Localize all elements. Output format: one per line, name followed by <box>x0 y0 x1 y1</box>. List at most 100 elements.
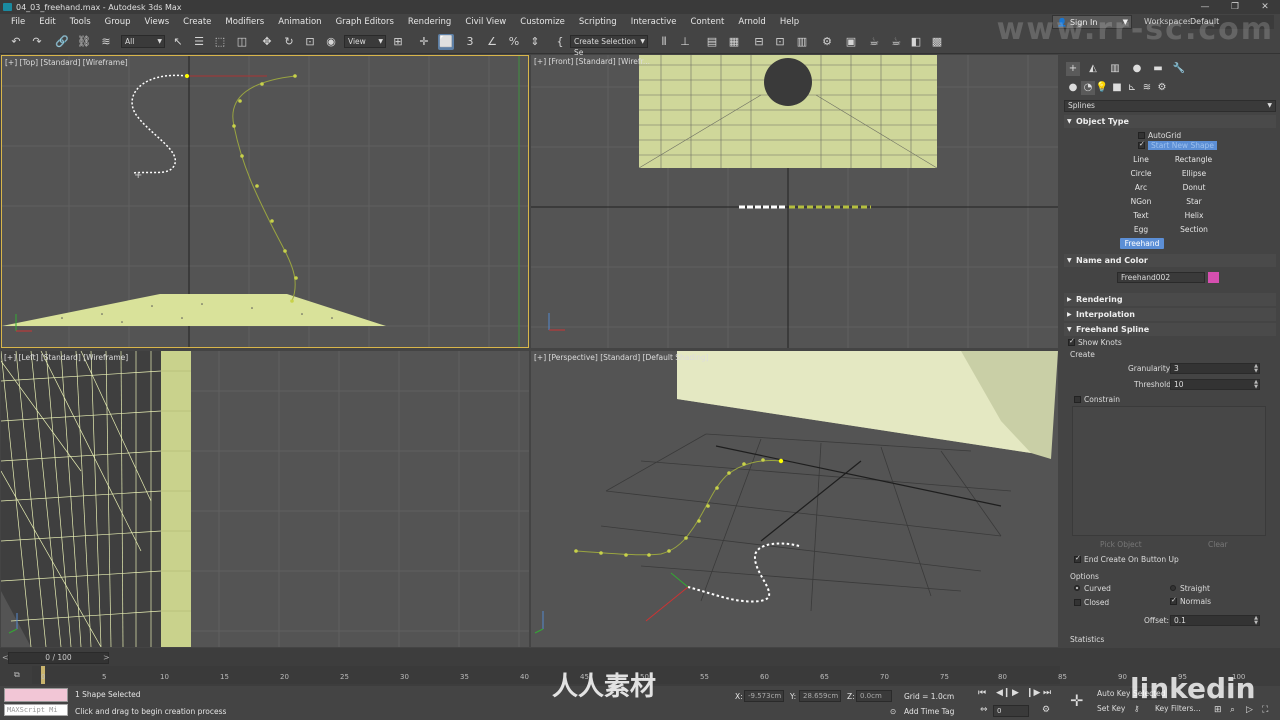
material-editor-icon[interactable]: ▥ <box>794 34 810 50</box>
menu-views[interactable]: Views <box>138 17 177 27</box>
offset-spinner[interactable]: 0.1 ▲ ▼ <box>1170 615 1260 626</box>
constrain-checkbox[interactable]: Constrain <box>1074 395 1120 404</box>
previous-frame-icon[interactable]: ◀❙ <box>996 688 1010 698</box>
viewport-label-top[interactable]: [+] [Top] [Standard] [Wireframe] <box>5 58 128 67</box>
selection-filter-dropdown[interactable]: All ▼ <box>121 35 165 48</box>
edit-named-selection-icon[interactable]: { <box>552 34 568 50</box>
shape-category-dropdown[interactable]: Splines ▼ <box>1064 100 1276 112</box>
hierarchy-tab-icon[interactable]: ▥ <box>1108 62 1122 76</box>
menu-modifiers[interactable]: Modifiers <box>218 17 271 27</box>
freehand-button[interactable]: Freehand <box>1120 238 1164 249</box>
spacewarps-icon[interactable]: ≋ <box>1140 81 1154 95</box>
menu-file[interactable]: File <box>4 17 32 27</box>
geometry-icon[interactable]: ● <box>1066 81 1080 95</box>
render-setup-icon[interactable]: ⚙ <box>819 34 835 50</box>
select-object-icon[interactable]: ↖ <box>170 34 186 50</box>
placement-icon[interactable]: ◉ <box>323 34 339 50</box>
select-manipulate-icon[interactable]: ✛ <box>416 34 432 50</box>
menu-arnold[interactable]: Arnold <box>731 17 773 27</box>
cameras-icon[interactable]: ■ <box>1110 81 1124 95</box>
viewport-front[interactable]: [+] [Front] [Standard] [Wirefr... <box>531 55 1058 348</box>
zoom-extents-icon[interactable]: ⊞ <box>1214 705 1222 715</box>
ngon-button[interactable]: NGon <box>1121 196 1161 207</box>
menu-create[interactable]: Create <box>176 17 218 27</box>
rollout-interpolation[interactable]: ▶ Interpolation <box>1064 308 1276 321</box>
start-new-shape-checkbox[interactable]: Start New Shape <box>1138 140 1217 150</box>
show-knots-checkbox[interactable]: Show Knots <box>1068 337 1122 347</box>
text-button[interactable]: Text <box>1121 210 1161 221</box>
motion-tab-icon[interactable]: ● <box>1130 62 1144 76</box>
menu-customize[interactable]: Customize <box>513 17 572 27</box>
menu-graph-editors[interactable]: Graph Editors <box>329 17 401 27</box>
angle-snap-icon[interactable]: ∠ <box>484 34 500 50</box>
key-mode-toggle-icon[interactable]: ⇔ <box>980 705 988 715</box>
object-color-swatch[interactable] <box>1208 272 1219 283</box>
snaps-toggle-icon[interactable]: 3 <box>462 34 478 50</box>
closed-checkbox[interactable]: Closed <box>1074 598 1109 607</box>
toggle-ribbon-icon[interactable]: ▦ <box>726 34 742 50</box>
menu-civil-view[interactable]: Civil View <box>458 17 513 27</box>
current-frame-field[interactable]: 0 <box>993 705 1029 717</box>
menu-help[interactable]: Help <box>773 17 806 27</box>
autogrid-checkbox[interactable]: AutoGrid <box>1138 131 1181 140</box>
maximize-viewport-icon[interactable]: ⛶ <box>1262 705 1268 715</box>
pivot-center-icon[interactable]: ⊞ <box>390 34 406 50</box>
select-by-name-icon[interactable]: ☰ <box>191 34 207 50</box>
unlink-icon[interactable]: ⛓ <box>76 34 92 50</box>
star-button[interactable]: Star <box>1174 196 1214 207</box>
menu-interactive[interactable]: Interactive <box>624 17 684 27</box>
rectangle-button[interactable]: Rectangle <box>1171 154 1216 165</box>
viewport-top[interactable]: [+] [Top] [Standard] [Wireframe] + <box>1 55 529 348</box>
named-selection-set-dropdown[interactable]: Create Selection Se ▼ <box>570 35 648 57</box>
arc-button[interactable]: Arc <box>1121 182 1161 193</box>
helpers-icon[interactable]: ⊾ <box>1125 81 1139 95</box>
helix-button[interactable]: Helix <box>1174 210 1214 221</box>
circle-button[interactable]: Circle <box>1121 168 1161 179</box>
undo-icon[interactable]: ↶ <box>8 34 24 50</box>
play-icon[interactable]: ▶ <box>1012 688 1019 698</box>
display-tab-icon[interactable]: ▬ <box>1151 62 1165 76</box>
modify-tab-icon[interactable]: ◭ <box>1086 62 1100 76</box>
menu-tools[interactable]: Tools <box>63 17 98 27</box>
menu-group[interactable]: Group <box>98 17 138 27</box>
x-coordinate-field[interactable]: -9.573cm <box>744 690 784 702</box>
viewport-left[interactable]: [+] [Left] [Standard] [Wireframe] <box>1 351 529 647</box>
viewport-label-perspective[interactable]: [+] [Perspective] [Standard] [Default Sh… <box>534 353 709 362</box>
menu-scripting[interactable]: Scripting <box>572 17 624 27</box>
schematic-view-icon[interactable]: ⊡ <box>772 34 788 50</box>
ellipse-button[interactable]: Ellipse <box>1174 168 1214 179</box>
systems-icon[interactable]: ⚙ <box>1155 81 1169 95</box>
scale-icon[interactable]: ⊡ <box>302 34 318 50</box>
rollout-name-and-color[interactable]: ▼ Name and Color <box>1064 254 1276 267</box>
menu-content[interactable]: Content <box>684 17 732 27</box>
viewport-perspective[interactable]: [+] [Perspective] [Standard] [Default Sh… <box>531 351 1058 647</box>
rotate-icon[interactable]: ↻ <box>281 34 297 50</box>
add-time-tag[interactable]: Add Time Tag <box>904 707 954 716</box>
track-bar[interactable]: 0 5 10 15 20 25 30 35 40 45 50 55 60 65 … <box>32 666 1245 684</box>
align-icon[interactable]: ⊥ <box>677 34 693 50</box>
zoom-icon[interactable]: ⌕ <box>1230 705 1235 715</box>
menu-animation[interactable]: Animation <box>271 17 328 27</box>
normals-checkbox[interactable]: Normals <box>1170 596 1211 606</box>
curve-editor-icon[interactable]: ⊟ <box>751 34 767 50</box>
create-tab-icon[interactable]: + <box>1066 62 1080 76</box>
rectangular-selection-icon[interactable]: ⬚ <box>212 34 228 50</box>
mirror-icon[interactable]: ⫴ <box>656 34 672 50</box>
go-to-end-icon[interactable]: ⏭ <box>1043 688 1051 698</box>
time-configuration-icon[interactable]: ⚙ <box>1042 705 1050 715</box>
move-icon[interactable]: ✥ <box>259 34 275 50</box>
viewport-label-left[interactable]: [+] [Left] [Standard] [Wireframe] <box>4 353 128 362</box>
time-tag-icon[interactable]: ⊙ <box>890 707 896 716</box>
spinner-snap-icon[interactable]: ⇕ <box>527 34 543 50</box>
render-production-icon[interactable]: ☕ <box>866 34 882 50</box>
viewport-label-front[interactable]: [+] [Front] [Standard] [Wirefr... <box>534 57 650 66</box>
z-coordinate-field[interactable]: 0.0cm <box>856 690 892 702</box>
lights-icon[interactable]: 💡 <box>1095 81 1109 95</box>
straight-radio[interactable]: Straight <box>1170 584 1210 593</box>
next-frame-icon[interactable]: ❙▶ <box>1026 688 1040 698</box>
spinner-arrows-icon[interactable]: ▲ ▼ <box>1254 616 1258 626</box>
donut-button[interactable]: Donut <box>1174 182 1214 193</box>
granularity-spinner[interactable]: 3 ▲ ▼ <box>1170 363 1260 374</box>
maxscript-mini-listener[interactable]: MAXScript Mi <box>4 704 68 716</box>
egg-button[interactable]: Egg <box>1121 224 1161 235</box>
